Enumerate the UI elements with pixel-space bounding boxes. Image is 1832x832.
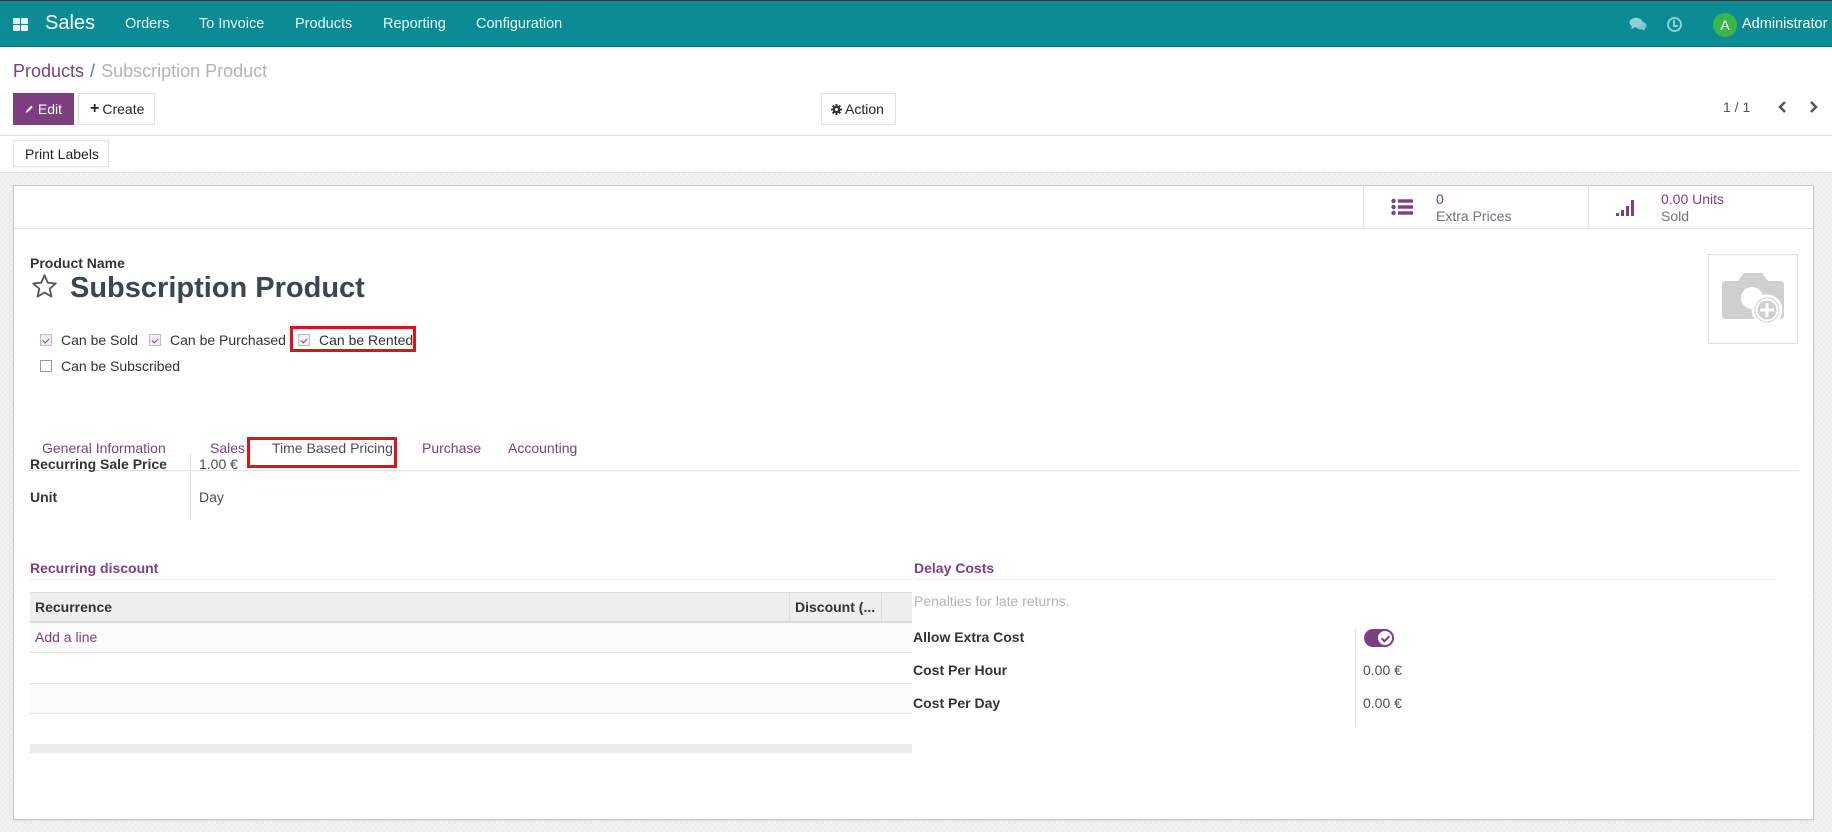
- discount-table-header: Recurrence Discount (...: [30, 592, 912, 623]
- checkbox-checked[interactable]: [40, 334, 52, 346]
- breadcrumb-products-link[interactable]: Products: [13, 61, 84, 81]
- can-be-purchased-label: Can be Purchased: [170, 332, 286, 348]
- plus-icon: +: [90, 100, 100, 117]
- product-image-upload[interactable]: [1708, 254, 1798, 344]
- can-be-subscribed-checkbox[interactable]: Can be Subscribed: [40, 358, 180, 374]
- create-label: Create: [102, 101, 145, 117]
- column-recurrence[interactable]: Recurrence: [35, 599, 112, 615]
- unit-label: Unit: [30, 489, 58, 505]
- menu-orders[interactable]: Orders: [125, 16, 169, 32]
- unit-value: Day: [199, 489, 224, 505]
- section-divider: [30, 579, 912, 580]
- smart-button-box: 0 Extra Prices 0.00 Units Sold: [14, 186, 1813, 229]
- units-sold-label: Sold: [1661, 208, 1690, 224]
- can-be-sold-label: Can be Sold: [61, 332, 139, 348]
- breadcrumb-separator: /: [90, 61, 96, 81]
- highlight-time-based-pricing: [247, 437, 397, 468]
- product-name-label: Product Name: [30, 255, 125, 271]
- favorite-star-icon[interactable]: [31, 273, 58, 300]
- clock-icon[interactable]: [1667, 17, 1682, 32]
- breadcrumb-current: Subscription Product: [101, 61, 268, 81]
- menu-configuration[interactable]: Configuration: [476, 16, 562, 32]
- can-be-sold-checkbox[interactable]: Can be Sold: [40, 332, 138, 348]
- table-row: [30, 654, 912, 684]
- top-navbar: Sales Orders To Invoice Products Reporti…: [0, 0, 1832, 47]
- add-a-line-link[interactable]: Add a line: [35, 629, 97, 645]
- tab-sales[interactable]: Sales: [210, 440, 245, 456]
- menu-to-invoice[interactable]: To Invoice: [199, 16, 264, 32]
- recurring-sale-price-label: Recurring Sale Price: [30, 456, 167, 472]
- delay-costs-description: Penalties for late returns.: [914, 593, 1070, 609]
- can-be-rented-label: Can be Rented: [319, 332, 414, 348]
- recurring-discount-title: Recurring discount: [30, 560, 159, 576]
- can-be-purchased-checkbox[interactable]: Can be Purchased: [149, 332, 286, 348]
- list-icon: [1391, 198, 1413, 216]
- action-button[interactable]: Action: [821, 93, 896, 125]
- column-discount[interactable]: Discount (...: [795, 599, 875, 615]
- units-sold-button[interactable]: 0.00 Units Sold: [1588, 186, 1813, 229]
- column-divider: [789, 593, 790, 622]
- column-divider: [881, 593, 882, 622]
- edit-button[interactable]: Edit: [13, 93, 74, 125]
- pencil-icon: [25, 105, 33, 113]
- extra-prices-button[interactable]: 0 Extra Prices: [1363, 186, 1588, 229]
- add-line-row: Add a line: [30, 623, 912, 653]
- allow-extra-cost-toggle[interactable]: [1364, 629, 1394, 647]
- edit-label: Edit: [37, 101, 62, 117]
- section-divider: [914, 579, 1776, 580]
- apps-grid-icon[interactable]: [13, 18, 29, 32]
- table-footer: [30, 744, 912, 753]
- action-label: Action: [845, 101, 884, 117]
- field-divider: [190, 454, 191, 520]
- table-row: [30, 684, 912, 714]
- create-button[interactable]: + Create: [78, 93, 155, 125]
- print-labels-button[interactable]: Print Labels: [13, 140, 109, 167]
- app-name[interactable]: Sales: [45, 12, 95, 35]
- field-divider: [1355, 628, 1356, 726]
- extra-prices-label: Extra Prices: [1436, 208, 1512, 224]
- checkbox-checked[interactable]: [149, 334, 161, 346]
- cost-per-hour-value: 0.00 €: [1363, 662, 1402, 678]
- user-menu[interactable]: Administrator: [1742, 16, 1827, 32]
- statusbar: Print Labels: [0, 137, 1832, 173]
- signal-bars-icon: [1616, 200, 1634, 216]
- menu-products[interactable]: Products: [295, 16, 352, 32]
- tab-general-information[interactable]: General Information: [42, 440, 166, 456]
- cost-per-day-value: 0.00 €: [1363, 695, 1402, 711]
- camera-plus-icon: [1722, 273, 1784, 326]
- user-avatar[interactable]: A: [1713, 13, 1737, 37]
- control-panel: Products / Subscription Product Edit + Cre…: [0, 48, 1832, 136]
- tab-purchase[interactable]: Purchase: [422, 440, 481, 456]
- gear-icon: [831, 103, 842, 115]
- menu-reporting[interactable]: Reporting: [383, 16, 446, 32]
- pager-previous-icon[interactable]: [1773, 98, 1793, 116]
- chat-icon[interactable]: [1629, 17, 1647, 31]
- breadcrumb: Products / Subscription Product: [13, 61, 267, 82]
- cost-per-day-label: Cost Per Day: [913, 695, 1001, 711]
- can-be-rented-checkbox[interactable]: Can be Rented: [298, 332, 413, 348]
- can-be-subscribed-label: Can be Subscribed: [61, 358, 181, 374]
- checkbox-unchecked[interactable]: [40, 360, 52, 372]
- checkbox-checked[interactable]: [298, 334, 310, 346]
- cost-per-hour-label: Cost Per Hour: [913, 662, 1008, 678]
- pager-value[interactable]: 1 / 1: [1723, 99, 1750, 115]
- delay-costs-title: Delay Costs: [914, 560, 995, 576]
- pager-next-icon[interactable]: [1803, 98, 1823, 116]
- tab-accounting[interactable]: Accounting: [508, 440, 577, 456]
- allow-extra-cost-label: Allow Extra Cost: [913, 629, 1025, 645]
- form-sheet: 0 Extra Prices 0.00 Units Sold Product N…: [13, 185, 1814, 820]
- recurring-sale-price-value: 1.00 €: [199, 456, 238, 472]
- toggle-check-icon: [1378, 631, 1392, 645]
- product-name: Subscription Product: [70, 272, 365, 304]
- extra-prices-value: 0: [1436, 191, 1444, 207]
- units-sold-value: 0.00 Units: [1661, 191, 1725, 207]
